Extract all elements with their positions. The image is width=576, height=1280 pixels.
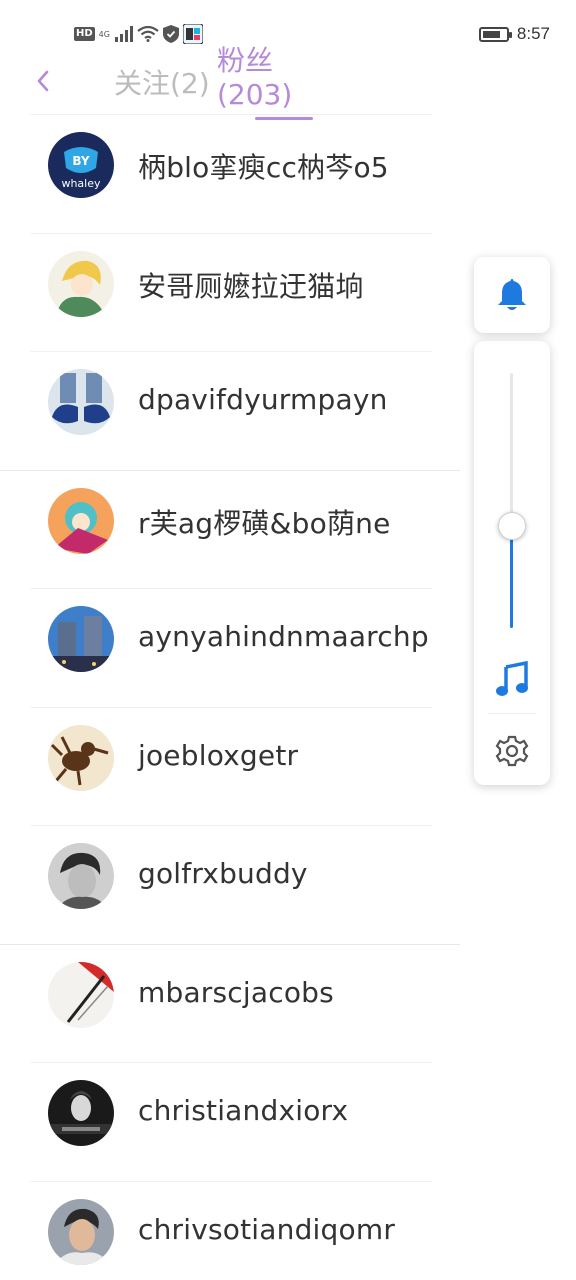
app-notification-icon [182, 24, 203, 44]
back-button[interactable] [28, 66, 58, 96]
username: aynyahindnmaarchp [138, 620, 429, 653]
avatar [48, 606, 114, 672]
avatar: BY whaley [48, 132, 114, 198]
avatar [48, 961, 114, 1028]
tab-fans-count: (203) [217, 78, 293, 111]
volume-panel [474, 341, 550, 785]
username: joebloxgetr [138, 738, 299, 772]
bell-icon [498, 279, 526, 310]
username: dpavifdyurmpayn [138, 383, 388, 416]
status-icons-left: HD 4G [74, 24, 203, 44]
svg-text:whaley: whaley [61, 177, 101, 190]
battery-icon [478, 26, 512, 42]
volume-slider-thumb[interactable] [498, 512, 526, 540]
network-type: 4G [98, 29, 110, 39]
list-item[interactable]: mbarscjacobs [0, 943, 460, 1063]
music-note-icon [496, 661, 528, 696]
list-item[interactable]: dpavifdyurmpayn [0, 351, 460, 470]
avatar [48, 724, 114, 791]
list-item[interactable]: christiandxiorx [0, 1062, 460, 1181]
volume-slider-fill [510, 526, 513, 628]
list-item[interactable]: golfrxbuddy [0, 825, 460, 944]
tab-fans[interactable]: 粉丝 (203) [217, 44, 317, 112]
list-item[interactable]: chrivsotiandiqomr [0, 1180, 460, 1280]
list-item[interactable]: joebloxgetr [0, 706, 460, 826]
tab-following[interactable]: 关注(2) [114, 62, 210, 102]
gear-icon [495, 735, 529, 767]
avatar [48, 487, 114, 554]
volume-slider-track[interactable] [510, 373, 513, 628]
username: 安哥厕嬷拉迂猫垧 [138, 269, 364, 303]
username: golfrxbuddy [138, 857, 308, 890]
svg-text:BY: BY [72, 154, 89, 168]
tab-fans-label: 粉丝 [217, 44, 274, 77]
ringer-mode-button[interactable] [474, 257, 550, 333]
avatar [48, 250, 114, 317]
username: r芙ag椤磺&bo荫ne [138, 506, 391, 540]
avatar [48, 1198, 114, 1265]
header: 关注(2) 粉丝 (203) [0, 44, 576, 120]
shield-icon [162, 25, 179, 43]
avatar [48, 369, 114, 435]
chevron-left-icon [37, 70, 49, 92]
list-item[interactable]: r芙ag椤磺&bo荫ne [0, 469, 460, 589]
username: 柄blo挛瘐cc枘芩o5 [138, 151, 389, 184]
media-volume-button[interactable] [492, 659, 532, 699]
followers-list: BY whaley 柄blo挛瘐cc枘芩o5 安哥厕嬷拉迂猫垧 dpavifdy… [0, 114, 460, 1280]
signal-icon [114, 26, 133, 42]
username: chrivsotiandiqomr [138, 1212, 396, 1246]
list-item[interactable]: BY whaley 柄blo挛瘐cc枘芩o5 [0, 114, 460, 233]
hd-badge: HD [74, 27, 95, 41]
avatar [48, 843, 114, 909]
clock: 8:57 [516, 24, 550, 43]
avatar [48, 1080, 114, 1146]
sound-settings-button[interactable] [492, 731, 532, 771]
list-item[interactable]: aynyahindnmaarchp [0, 588, 460, 707]
username: mbarscjacobs [138, 975, 334, 1009]
wifi-icon [136, 26, 159, 42]
username: christiandxiorx [138, 1094, 349, 1127]
list-item[interactable]: 安哥厕嬷拉迂猫垧 [0, 232, 460, 352]
status-icons-right: 8:57 [478, 24, 550, 44]
